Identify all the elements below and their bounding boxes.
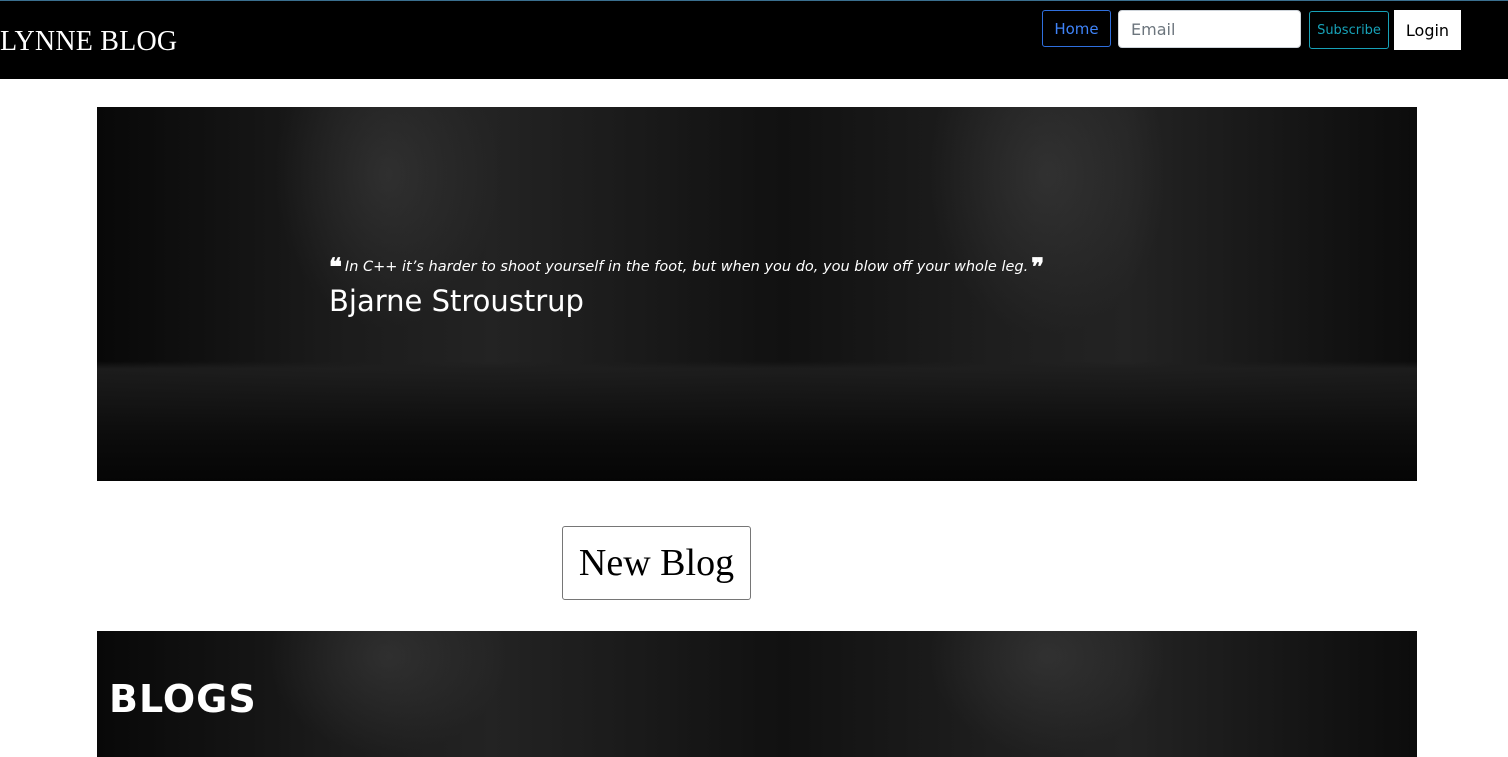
hero-quote: ❝ In C++ it’s harder to shoot yourself i… [329, 252, 1047, 281]
hero-quote-banner: ❝ In C++ it’s harder to shoot yourself i… [97, 107, 1417, 481]
open-quote-icon: ❝ [329, 252, 342, 281]
blogs-heading: BLOGS [109, 677, 257, 721]
top-navbar: LYNNE BLOG Home Subscribe Login [0, 0, 1508, 79]
quote-text: In C++ it’s harder to shoot yourself in … [344, 259, 1029, 275]
home-button[interactable]: Home [1042, 10, 1111, 47]
subscribe-button[interactable]: Subscribe [1309, 11, 1389, 49]
brand-logo-text[interactable]: LYNNE BLOG [0, 25, 177, 59]
new-blog-button[interactable]: New Blog [562, 526, 751, 600]
email-field[interactable] [1118, 10, 1301, 48]
quote-author: Bjarne Stroustrup [329, 284, 584, 318]
blogs-section-header: BLOGS [97, 631, 1417, 757]
close-quote-icon: ❞ [1031, 252, 1045, 281]
login-button[interactable]: Login [1394, 10, 1461, 50]
